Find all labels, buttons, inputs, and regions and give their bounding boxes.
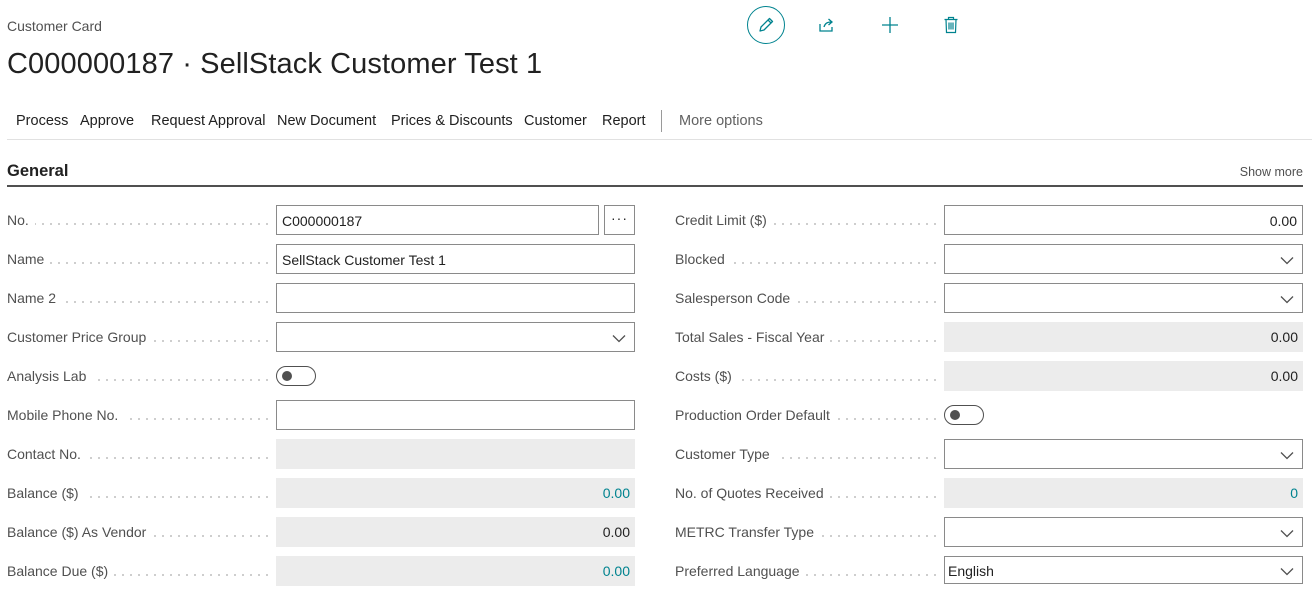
field-balance: Balance ($) 0.00: [7, 478, 635, 508]
request-approval-menu[interactable]: Request Approval: [151, 113, 265, 129]
field-costs: Costs ($) 0.00: [675, 361, 1303, 391]
chevron-down-icon: [1280, 257, 1294, 265]
field-preferred-language: Preferred Language English: [675, 556, 1303, 586]
approve-menu[interactable]: Approve: [80, 113, 134, 129]
field-analysis-lab: Analysis Lab: [7, 361, 635, 391]
field-label: Balance Due ($): [7, 563, 115, 579]
field-label: Name 2: [7, 290, 63, 306]
field-label: Preferred Language: [675, 563, 806, 579]
analysis-lab-toggle[interactable]: [276, 366, 316, 386]
no-input[interactable]: C000000187: [276, 205, 599, 235]
field-credit-limit: Credit Limit ($) 0.00: [675, 205, 1303, 235]
balance-value: 0.00: [276, 478, 635, 508]
metrc-transfer-type-select[interactable]: [944, 517, 1303, 547]
chevron-down-icon: [1280, 530, 1294, 538]
total-sales-value: 0.00: [944, 322, 1303, 352]
field-label: Salesperson Code: [675, 290, 797, 306]
costs-value: 0.00: [944, 361, 1303, 391]
field-blocked: Blocked: [675, 244, 1303, 274]
field-mobile-phone: Mobile Phone No.: [7, 400, 635, 430]
field-label: No. of Quotes Received: [675, 485, 830, 501]
new-document-menu[interactable]: New Document: [277, 113, 376, 129]
page-title: C000000187 · SellStack Customer Test 1: [7, 48, 543, 80]
field-label: Contact No.: [7, 446, 87, 462]
chevron-down-icon: [1280, 296, 1294, 304]
edit-button[interactable]: [747, 6, 785, 44]
page-caption: Customer Card: [7, 18, 102, 34]
plus-icon: [882, 17, 898, 33]
more-options-menu[interactable]: More options: [679, 113, 763, 129]
action-bar: Process Approve Request Approval New Doc…: [7, 101, 1312, 140]
field-label: Name: [7, 251, 51, 267]
contact-no-value: [276, 439, 635, 469]
new-button[interactable]: [871, 6, 909, 44]
field-label: No.: [7, 212, 35, 228]
production-order-default-toggle[interactable]: [944, 405, 984, 425]
balance-drilldown-link[interactable]: 0.00: [603, 485, 630, 501]
balance-due-value: 0.00: [276, 556, 635, 586]
customer-menu[interactable]: Customer: [524, 113, 587, 129]
delete-button[interactable]: [932, 6, 970, 44]
general-section-header: General Show more: [7, 160, 1303, 187]
field-label: Balance ($) As Vendor: [7, 524, 153, 540]
process-menu[interactable]: Process: [16, 113, 68, 129]
field-label: Customer Type: [675, 446, 776, 462]
report-menu[interactable]: Report: [602, 113, 646, 129]
field-balance-due: Balance Due ($) 0.00: [7, 556, 635, 586]
credit-limit-input[interactable]: 0.00: [944, 205, 1303, 235]
pencil-icon: [759, 17, 774, 32]
toggle-knob: [282, 371, 292, 381]
field-label: Production Order Default: [675, 407, 836, 423]
field-label: Balance ($): [7, 485, 85, 501]
dot-leader: [7, 223, 269, 225]
field-label: Blocked: [675, 251, 731, 267]
lookup-button[interactable]: ···: [604, 205, 635, 235]
trash-icon: [944, 16, 958, 34]
preferred-language-select[interactable]: English: [944, 556, 1303, 584]
field-label: METRC Transfer Type: [675, 524, 821, 540]
field-balance-as-vendor: Balance ($) As Vendor 0.00: [7, 517, 635, 547]
field-contact-no: Contact No.: [7, 439, 635, 469]
share-icon: [819, 18, 833, 32]
field-total-sales: Total Sales - Fiscal Year 0.00: [675, 322, 1303, 352]
balance-as-vendor-value: 0.00: [276, 517, 635, 547]
toggle-knob: [950, 410, 960, 420]
name-input[interactable]: SellStack Customer Test 1: [276, 244, 635, 274]
customer-price-group-select[interactable]: [276, 322, 635, 352]
field-production-order-default: Production Order Default: [675, 400, 1303, 430]
field-label: Costs ($): [675, 368, 738, 384]
field-quotes-received: No. of Quotes Received 0: [675, 478, 1303, 508]
name-2-input[interactable]: [276, 283, 635, 313]
field-name: Name SellStack Customer Test 1: [7, 244, 635, 274]
chevron-down-icon: [1280, 568, 1294, 576]
field-label: Credit Limit ($): [675, 212, 773, 228]
field-metrc-transfer-type: METRC Transfer Type: [675, 517, 1303, 547]
show-more-link[interactable]: Show more: [1240, 165, 1303, 179]
customer-type-select[interactable]: [944, 439, 1303, 469]
quotes-received-value: 0: [944, 478, 1303, 508]
field-name-2: Name 2: [7, 283, 635, 313]
field-label: Analysis Lab: [7, 368, 93, 384]
field-salesperson-code: Salesperson Code: [675, 283, 1303, 313]
chevron-down-icon: [612, 335, 626, 343]
salesperson-code-select[interactable]: [944, 283, 1303, 313]
balance-due-drilldown-link[interactable]: 0.00: [603, 563, 630, 579]
section-title[interactable]: General: [7, 162, 68, 181]
action-bar-divider: [661, 110, 662, 132]
field-label: Customer Price Group: [7, 329, 153, 345]
field-label: Mobile Phone No.: [7, 407, 125, 423]
chevron-down-icon: [1280, 452, 1294, 460]
field-label: Total Sales - Fiscal Year: [675, 329, 831, 345]
share-button[interactable]: [808, 6, 846, 44]
quotes-drilldown-link[interactable]: 0: [1290, 485, 1298, 501]
field-customer-type: Customer Type: [675, 439, 1303, 469]
ellipsis-icon: ···: [611, 210, 628, 226]
field-no: No. C000000187 ···: [7, 205, 635, 235]
prices-discounts-menu[interactable]: Prices & Discounts: [391, 113, 513, 129]
mobile-phone-input[interactable]: [276, 400, 635, 430]
blocked-select[interactable]: [944, 244, 1303, 274]
field-customer-price-group: Customer Price Group: [7, 322, 635, 352]
